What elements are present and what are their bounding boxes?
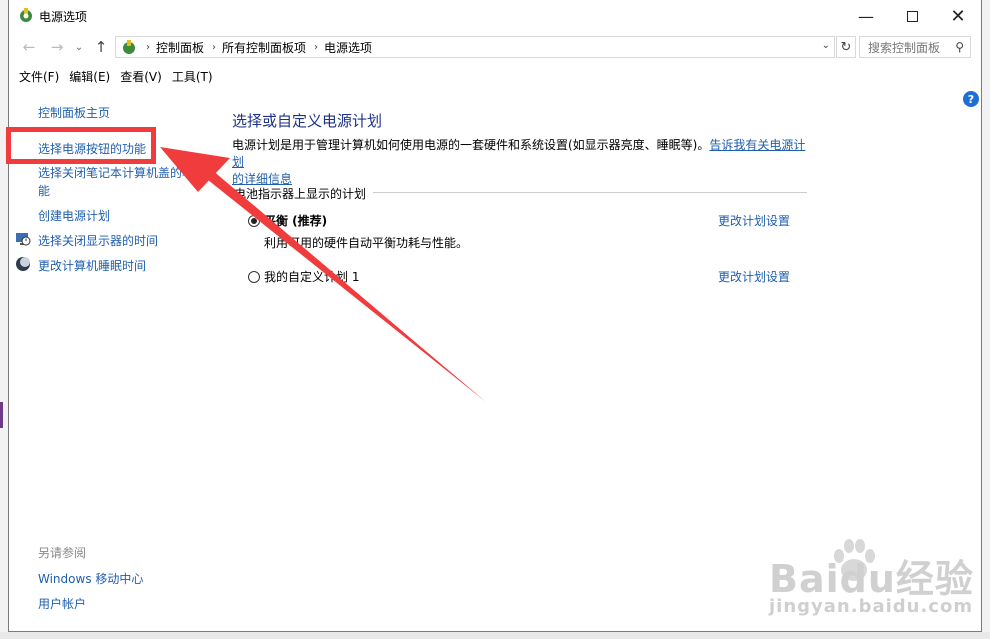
annotation-arrow-icon [160,147,486,402]
